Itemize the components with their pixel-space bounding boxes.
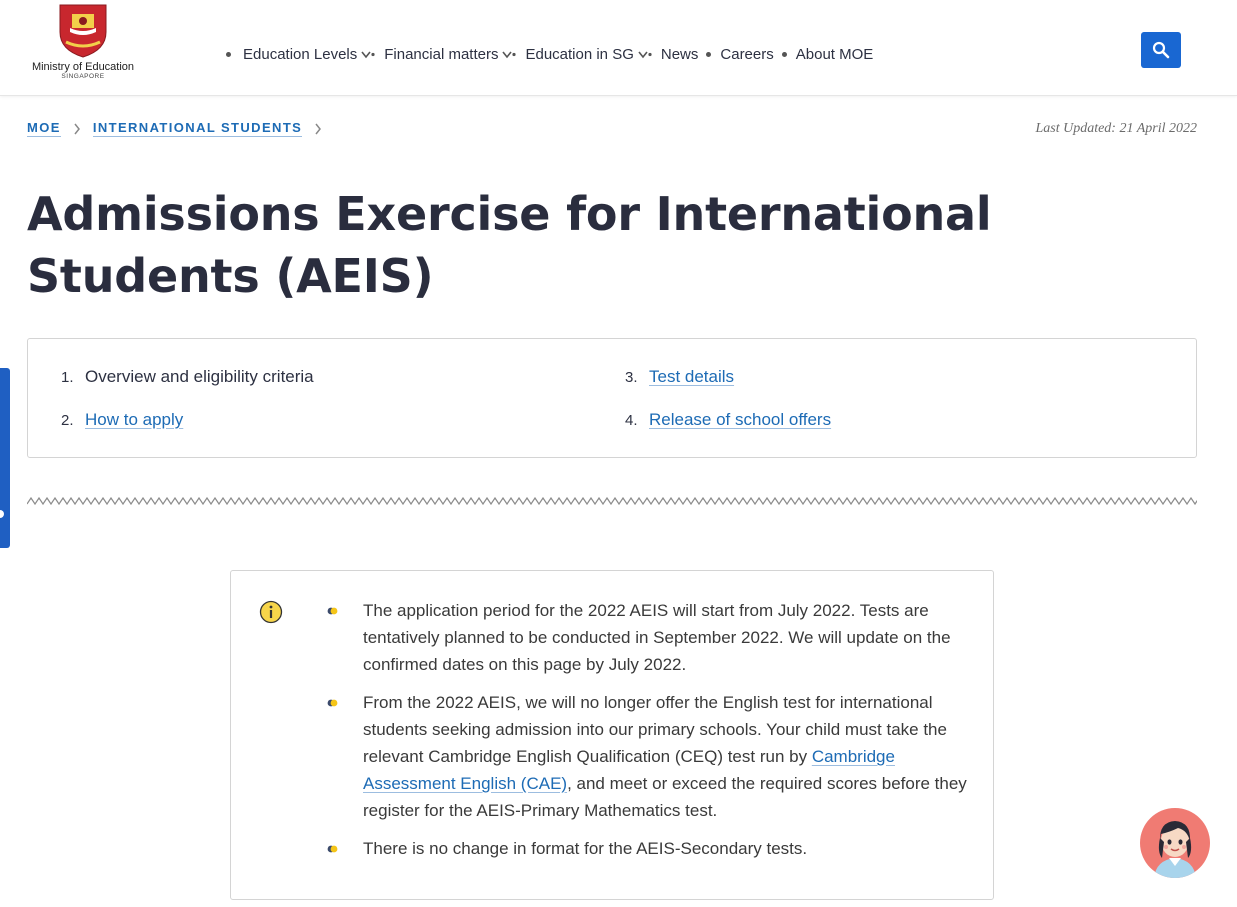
toc-number: 1. bbox=[61, 369, 74, 386]
info-icon bbox=[259, 600, 283, 624]
toc-link[interactable]: Release of school offers bbox=[649, 410, 831, 430]
chevron-right-icon bbox=[73, 123, 81, 135]
toc-link[interactable]: How to apply bbox=[85, 410, 183, 430]
toc-number: 2. bbox=[61, 412, 74, 429]
logo-name: Ministry of Education bbox=[31, 61, 135, 73]
table-of-contents: 1. Overview and eligibility criteria 2. … bbox=[27, 338, 1197, 458]
chevron-down-icon bbox=[502, 51, 517, 59]
side-tab-dot bbox=[0, 510, 4, 518]
toc-number: 3. bbox=[625, 369, 638, 386]
page-title: Admissions Exercise for International St… bbox=[27, 187, 992, 303]
chatbot-button[interactable] bbox=[1140, 808, 1210, 878]
moe-logo[interactable]: Ministry of Education SINGAPORE bbox=[30, 2, 136, 80]
nav-label: Careers bbox=[720, 46, 774, 63]
nav-label: Education Levels bbox=[243, 46, 358, 63]
toc-item-how-to-apply[interactable]: 2. How to apply bbox=[61, 410, 183, 430]
toc-label: Overview and eligibility criteria bbox=[85, 367, 314, 386]
nav-item-financial-matters[interactable]: Financial matters bbox=[384, 46, 517, 63]
nav-bullet bbox=[226, 52, 231, 57]
chevron-down-icon bbox=[361, 51, 375, 59]
bullet-icon bbox=[327, 607, 338, 615]
site-header: Ministry of Education SINGAPORE Educatio… bbox=[0, 0, 1237, 96]
bullet-icon bbox=[327, 699, 338, 707]
notice-box: The application period for the 2022 AEIS… bbox=[230, 570, 994, 900]
breadcrumb-moe[interactable]: MOE bbox=[27, 120, 61, 137]
breadcrumb-international-students[interactable]: INTERNATIONAL STUDENTS bbox=[92, 120, 303, 137]
chatbot-avatar-icon bbox=[1154, 821, 1196, 878]
search-button[interactable] bbox=[1141, 32, 1181, 68]
toc-item-release-of-school-offers[interactable]: 4. Release of school offers bbox=[625, 410, 831, 430]
zigzag-divider bbox=[27, 496, 1197, 506]
search-icon bbox=[1152, 41, 1170, 59]
nav-label: News bbox=[660, 46, 699, 63]
chevron-down-icon bbox=[638, 51, 652, 59]
bullet-icon bbox=[327, 845, 338, 853]
toc-item-test-details[interactable]: 3. Test details bbox=[625, 367, 734, 387]
notice-item: There is no change in format for the AEI… bbox=[327, 835, 972, 862]
toc-number: 4. bbox=[625, 412, 638, 429]
main-nav: Education Levels Financial matters Educa… bbox=[226, 46, 882, 63]
notice-item: The application period for the 2022 AEIS… bbox=[327, 597, 972, 678]
notice-list: The application period for the 2022 AEIS… bbox=[327, 597, 972, 873]
nav-bullet bbox=[706, 52, 712, 57]
breadcrumb: MOE INTERNATIONAL STUDENTS bbox=[27, 120, 334, 137]
notice-item: From the 2022 AEIS, we will no longer of… bbox=[327, 689, 972, 824]
nav-label: About MOE bbox=[795, 46, 874, 63]
nav-item-about-moe[interactable]: About MOE bbox=[796, 46, 874, 63]
logo-country: SINGAPORE bbox=[61, 73, 105, 80]
nav-item-education-in-sg[interactable]: Education in SG bbox=[525, 46, 652, 63]
nav-label: Education in SG bbox=[525, 46, 634, 63]
nav-bullet bbox=[781, 52, 787, 57]
nav-item-news[interactable]: News bbox=[661, 46, 712, 63]
toc-link[interactable]: Test details bbox=[649, 367, 734, 387]
last-updated: Last Updated: 21 April 2022 bbox=[1035, 121, 1197, 136]
nav-label: Financial matters bbox=[384, 46, 499, 63]
crest-icon bbox=[59, 4, 107, 58]
nav-item-education-levels[interactable]: Education Levels bbox=[226, 46, 375, 63]
side-feedback-tab[interactable] bbox=[0, 368, 10, 548]
toc-item-overview: 1. Overview and eligibility criteria bbox=[61, 367, 314, 387]
notice-text: The application period for the 2022 AEIS… bbox=[363, 601, 951, 674]
notice-text: There is no change in format for the AEI… bbox=[363, 839, 808, 858]
chevron-right-icon bbox=[314, 123, 322, 135]
nav-item-careers[interactable]: Careers bbox=[720, 46, 787, 63]
